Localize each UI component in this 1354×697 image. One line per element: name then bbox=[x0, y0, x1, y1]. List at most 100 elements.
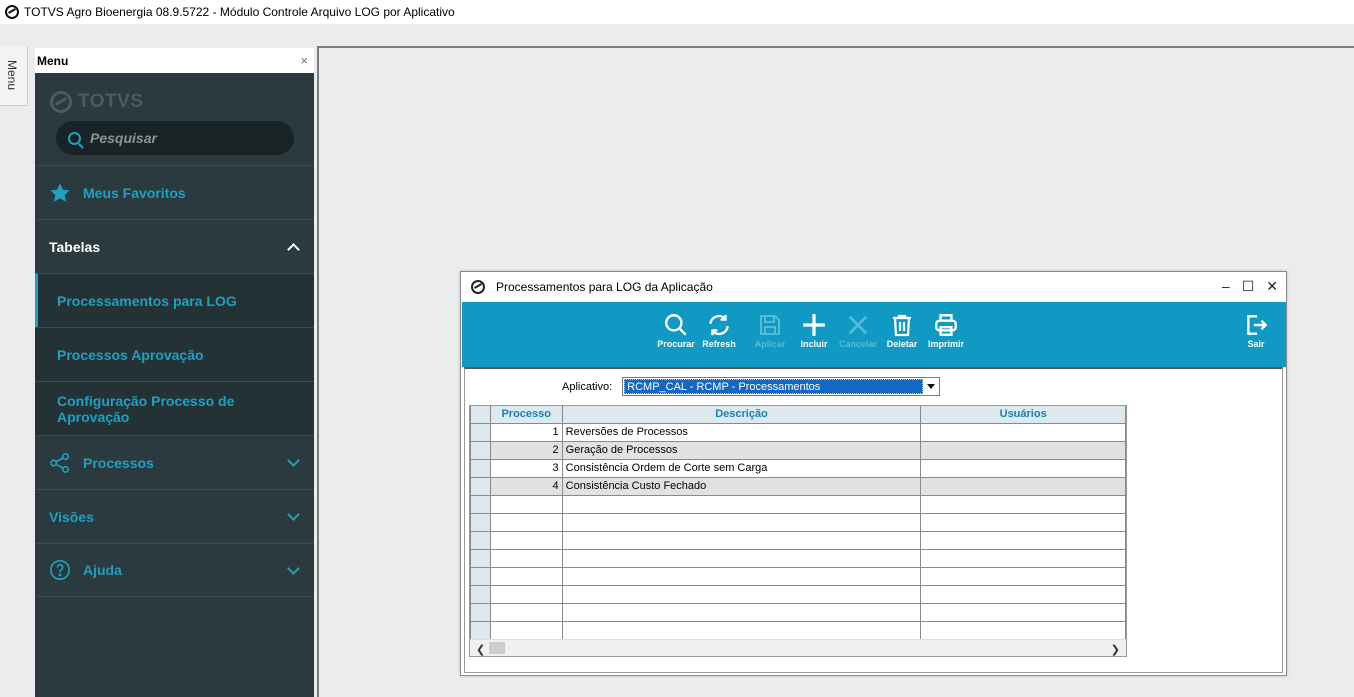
table-row[interactable]: 3 Consistência Ordem de Corte sem Carga bbox=[470, 458, 1126, 478]
workspace-left-border bbox=[317, 46, 319, 697]
empty-cell[interactable] bbox=[920, 512, 1126, 532]
usuarios-cell[interactable] bbox=[920, 476, 1126, 496]
processo-cell[interactable]: 1 bbox=[489, 422, 563, 442]
search-input[interactable] bbox=[90, 130, 280, 146]
processamentos-dialog: Processamentos para LOG da Aplicação – ☐… bbox=[460, 271, 1287, 676]
minimize-icon[interactable]: – bbox=[1222, 278, 1230, 295]
empty-table-row[interactable] bbox=[470, 548, 1126, 568]
usuarios-cell[interactable] bbox=[920, 440, 1126, 460]
empty-cell[interactable] bbox=[920, 584, 1126, 604]
sidebar-item-meus-favoritos[interactable]: Meus Favoritos bbox=[35, 165, 314, 219]
row-selector[interactable] bbox=[470, 494, 491, 514]
row-selector[interactable] bbox=[470, 458, 491, 478]
empty-cell[interactable] bbox=[920, 548, 1126, 568]
row-selector[interactable] bbox=[470, 476, 491, 496]
table-row[interactable]: 4 Consistência Custo Fechado bbox=[470, 476, 1126, 496]
empty-cell[interactable] bbox=[561, 584, 922, 604]
scroll-right-icon[interactable]: ❯ bbox=[1111, 643, 1120, 656]
sair-button[interactable]: Sair bbox=[1232, 311, 1280, 349]
empty-cell[interactable] bbox=[489, 512, 563, 532]
empty-cell[interactable] bbox=[489, 530, 563, 550]
close-icon[interactable]: ✕ bbox=[1266, 278, 1278, 295]
sidebar-item-ajuda[interactable]: Ajuda bbox=[35, 543, 314, 597]
imprimir-button[interactable]: Imprimir bbox=[922, 311, 970, 349]
aplicar-button[interactable]: Aplicar bbox=[746, 311, 794, 349]
refresh-button[interactable]: Refresh bbox=[695, 311, 743, 349]
sidebar-item-configuracao-processo-aprovacao[interactable]: Configuração Processo de Aprovação bbox=[35, 381, 314, 435]
empty-table-row[interactable] bbox=[470, 602, 1126, 622]
descricao-cell[interactable]: Consistência Custo Fechado bbox=[561, 476, 922, 496]
empty-cell[interactable] bbox=[489, 548, 563, 568]
row-selector[interactable] bbox=[470, 440, 491, 460]
empty-cell[interactable] bbox=[920, 602, 1126, 622]
descricao-cell[interactable]: Geração de Processos bbox=[561, 440, 922, 460]
empty-cell[interactable] bbox=[489, 494, 563, 514]
table-row[interactable]: 2 Geração de Processos bbox=[470, 440, 1126, 460]
procurar-button[interactable]: Procurar bbox=[652, 311, 700, 349]
column-header-descricao[interactable]: Descrição bbox=[561, 406, 922, 424]
sidebar-item-tabelas[interactable]: Tabelas bbox=[35, 219, 314, 273]
table-row[interactable]: 1 Reversões de Processos bbox=[470, 422, 1126, 442]
search-box[interactable] bbox=[56, 121, 294, 155]
empty-cell[interactable] bbox=[489, 620, 563, 640]
empty-cell[interactable] bbox=[561, 548, 922, 568]
scrollbar-thumb[interactable] bbox=[489, 642, 505, 654]
empty-table-row[interactable] bbox=[470, 620, 1126, 640]
empty-cell[interactable] bbox=[561, 602, 922, 622]
column-header-processo[interactable]: Processo bbox=[489, 406, 563, 424]
sidebar-item-visoes[interactable]: Visões bbox=[35, 489, 314, 543]
help-icon bbox=[49, 559, 71, 581]
horizontal-scrollbar[interactable]: ❮ ❯ bbox=[470, 639, 1126, 656]
sidebar-item-processos-aprovacao[interactable]: Processos Aprovação bbox=[35, 327, 314, 381]
chevron-down-icon bbox=[287, 454, 300, 467]
sidebar-item-processos[interactable]: Processos bbox=[35, 435, 314, 489]
refresh-icon bbox=[695, 311, 743, 339]
empty-cell[interactable] bbox=[489, 584, 563, 604]
menu-side-tab[interactable]: Menu bbox=[0, 46, 28, 106]
processo-cell[interactable]: 4 bbox=[489, 476, 563, 496]
descricao-cell[interactable]: Consistência Ordem de Corte sem Carga bbox=[561, 458, 922, 478]
aplicar-label: Aplicar bbox=[754, 339, 786, 349]
empty-table-row[interactable] bbox=[470, 566, 1126, 586]
chevron-down-icon[interactable] bbox=[923, 384, 938, 389]
incluir-button[interactable]: Incluir bbox=[790, 311, 838, 349]
empty-cell[interactable] bbox=[561, 530, 922, 550]
empty-table-row[interactable] bbox=[470, 494, 1126, 514]
row-selector[interactable] bbox=[470, 584, 491, 604]
processo-cell[interactable]: 2 bbox=[489, 440, 563, 460]
usuarios-cell[interactable] bbox=[920, 422, 1126, 442]
maximize-icon[interactable]: ☐ bbox=[1242, 278, 1255, 295]
empty-cell[interactable] bbox=[561, 620, 922, 640]
usuarios-cell[interactable] bbox=[920, 458, 1126, 478]
empty-cell[interactable] bbox=[920, 620, 1126, 640]
empty-cell[interactable] bbox=[561, 566, 922, 586]
aplicativo-select[interactable]: RCMP_CAL - RCMP - Processamentos bbox=[622, 377, 941, 396]
row-selector[interactable] bbox=[470, 530, 491, 550]
empty-cell[interactable] bbox=[561, 494, 922, 514]
empty-table-row[interactable] bbox=[470, 530, 1126, 550]
descricao-cell[interactable]: Reversões de Processos bbox=[561, 422, 922, 442]
column-header-usuarios[interactable]: Usuários bbox=[920, 406, 1126, 424]
row-selector[interactable] bbox=[470, 422, 491, 442]
row-selector[interactable] bbox=[470, 602, 491, 622]
empty-table-row[interactable] bbox=[470, 512, 1126, 532]
empty-cell[interactable] bbox=[920, 530, 1126, 550]
row-selector[interactable] bbox=[470, 512, 491, 532]
empty-cell[interactable] bbox=[920, 494, 1126, 514]
row-selector[interactable] bbox=[470, 548, 491, 568]
cancelar-button[interactable]: Cancelar bbox=[834, 311, 882, 349]
empty-table-row[interactable] bbox=[470, 584, 1126, 604]
exit-icon bbox=[1232, 311, 1280, 339]
row-selector[interactable] bbox=[470, 566, 491, 586]
brand-name: TOTVS bbox=[78, 91, 144, 112]
close-icon[interactable]: × bbox=[300, 53, 308, 68]
processo-cell[interactable]: 3 bbox=[489, 458, 563, 478]
sidebar-item-processamentos-para-log[interactable]: Processamentos para LOG bbox=[35, 273, 314, 327]
empty-cell[interactable] bbox=[920, 566, 1126, 586]
row-selector[interactable] bbox=[470, 620, 491, 640]
empty-cell[interactable] bbox=[489, 566, 563, 586]
empty-cell[interactable] bbox=[489, 602, 563, 622]
scroll-left-icon[interactable]: ❮ bbox=[476, 643, 485, 656]
empty-cell[interactable] bbox=[561, 512, 922, 532]
deletar-button[interactable]: Deletar bbox=[878, 311, 926, 349]
